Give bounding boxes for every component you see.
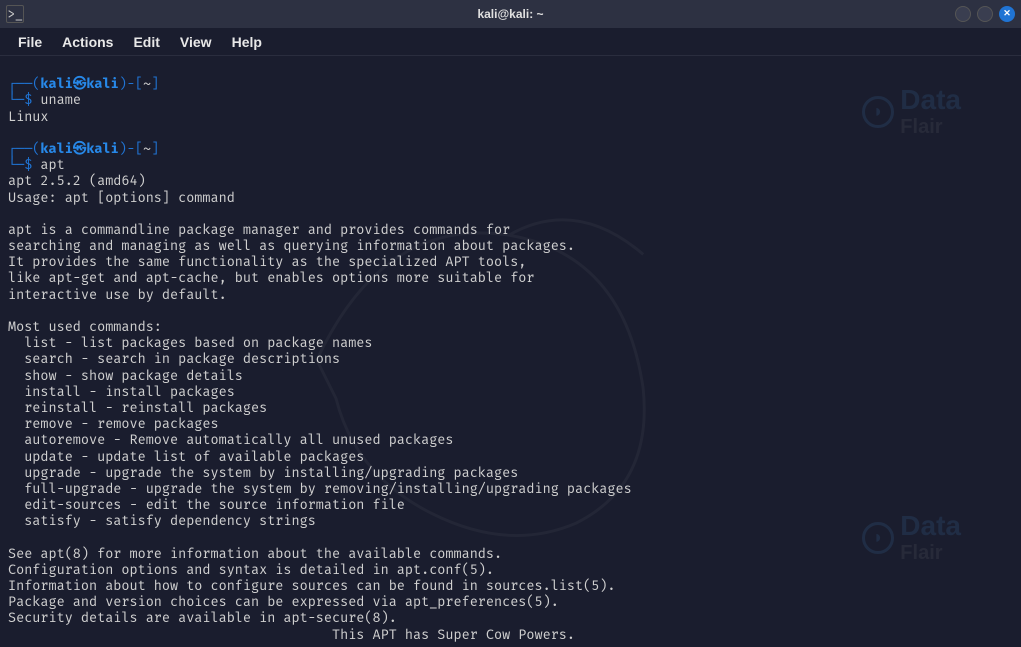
command-uname: uname bbox=[40, 91, 81, 108]
apt-cmd-satisfy: satisfy - satisfy dependency strings bbox=[8, 512, 316, 529]
apt-cmd-autoremove: autoremove - Remove automatically all un… bbox=[8, 431, 454, 448]
minimize-button[interactable] bbox=[955, 6, 971, 22]
window-controls: ✕ bbox=[955, 6, 1015, 22]
apt-cmd-search: search - search in package descriptions bbox=[8, 350, 340, 367]
apt-cmd-show: show - show package details bbox=[8, 367, 243, 384]
apt-cmd-reinstall: reinstall - reinstall packages bbox=[8, 399, 267, 416]
apt-footer: Security details are available in apt-se… bbox=[8, 609, 397, 626]
apt-footer: Information about how to configure sourc… bbox=[8, 577, 616, 594]
prompt-line: ┌──(kali㉿kali)-[~] bbox=[8, 140, 159, 157]
apt-desc: searching and managing as well as queryi… bbox=[8, 237, 575, 254]
apt-cmd-install: install - install packages bbox=[8, 383, 235, 400]
apt-cmd-edit-sources: edit-sources - edit the source informati… bbox=[8, 496, 405, 513]
close-button[interactable]: ✕ bbox=[999, 6, 1015, 22]
prompt-line: ┌──(kali㉿kali)-[~] bbox=[8, 75, 159, 92]
menu-help[interactable]: Help bbox=[224, 32, 270, 52]
apt-cmd-upgrade: upgrade - upgrade the system by installi… bbox=[8, 464, 518, 481]
apt-footer: See apt(8) for more information about th… bbox=[8, 545, 502, 562]
apt-desc: interactive use by default. bbox=[8, 286, 227, 303]
menu-actions[interactable]: Actions bbox=[54, 32, 121, 52]
menu-file[interactable]: File bbox=[10, 32, 50, 52]
apt-cmd-update: update - update list of available packag… bbox=[8, 448, 364, 465]
apt-footer: Configuration options and syntax is deta… bbox=[8, 561, 494, 578]
prompt-line2: └─$ bbox=[8, 156, 32, 173]
titlebar: >_ kali@kali: ~ ✕ bbox=[0, 0, 1021, 28]
apt-cmd-full-upgrade: full-upgrade - upgrade the system by rem… bbox=[8, 480, 632, 497]
apt-version: apt 2.5.2 (amd64) bbox=[8, 172, 146, 189]
terminal-content[interactable]: ┌──(kali㉿kali)-[~] └─$ uname Linux ┌──(k… bbox=[0, 56, 1021, 647]
apt-cmd-remove: remove - remove packages bbox=[8, 415, 219, 432]
apt-usage: Usage: apt [options] command bbox=[8, 189, 235, 206]
menu-edit[interactable]: Edit bbox=[125, 32, 167, 52]
window-title: kali@kali: ~ bbox=[477, 7, 543, 21]
output-uname: Linux bbox=[8, 108, 49, 125]
apt-most-used-header: Most used commands: bbox=[8, 318, 162, 335]
apt-cmd-list: list - list packages based on package na… bbox=[8, 334, 373, 351]
maximize-button[interactable] bbox=[977, 6, 993, 22]
command-apt: apt bbox=[40, 156, 64, 173]
menu-view[interactable]: View bbox=[172, 32, 220, 52]
apt-cow-powers: This APT has Super Cow Powers. bbox=[8, 626, 575, 643]
menubar: File Actions Edit View Help bbox=[0, 28, 1021, 56]
apt-desc: It provides the same functionality as th… bbox=[8, 253, 526, 270]
apt-desc: apt is a commandline package manager and… bbox=[8, 221, 510, 238]
apt-footer: Package and version choices can be expre… bbox=[8, 593, 559, 610]
terminal-icon: >_ bbox=[6, 5, 24, 23]
apt-desc: like apt-get and apt-cache, but enables … bbox=[8, 269, 535, 286]
prompt-line2: └─$ bbox=[8, 91, 32, 108]
